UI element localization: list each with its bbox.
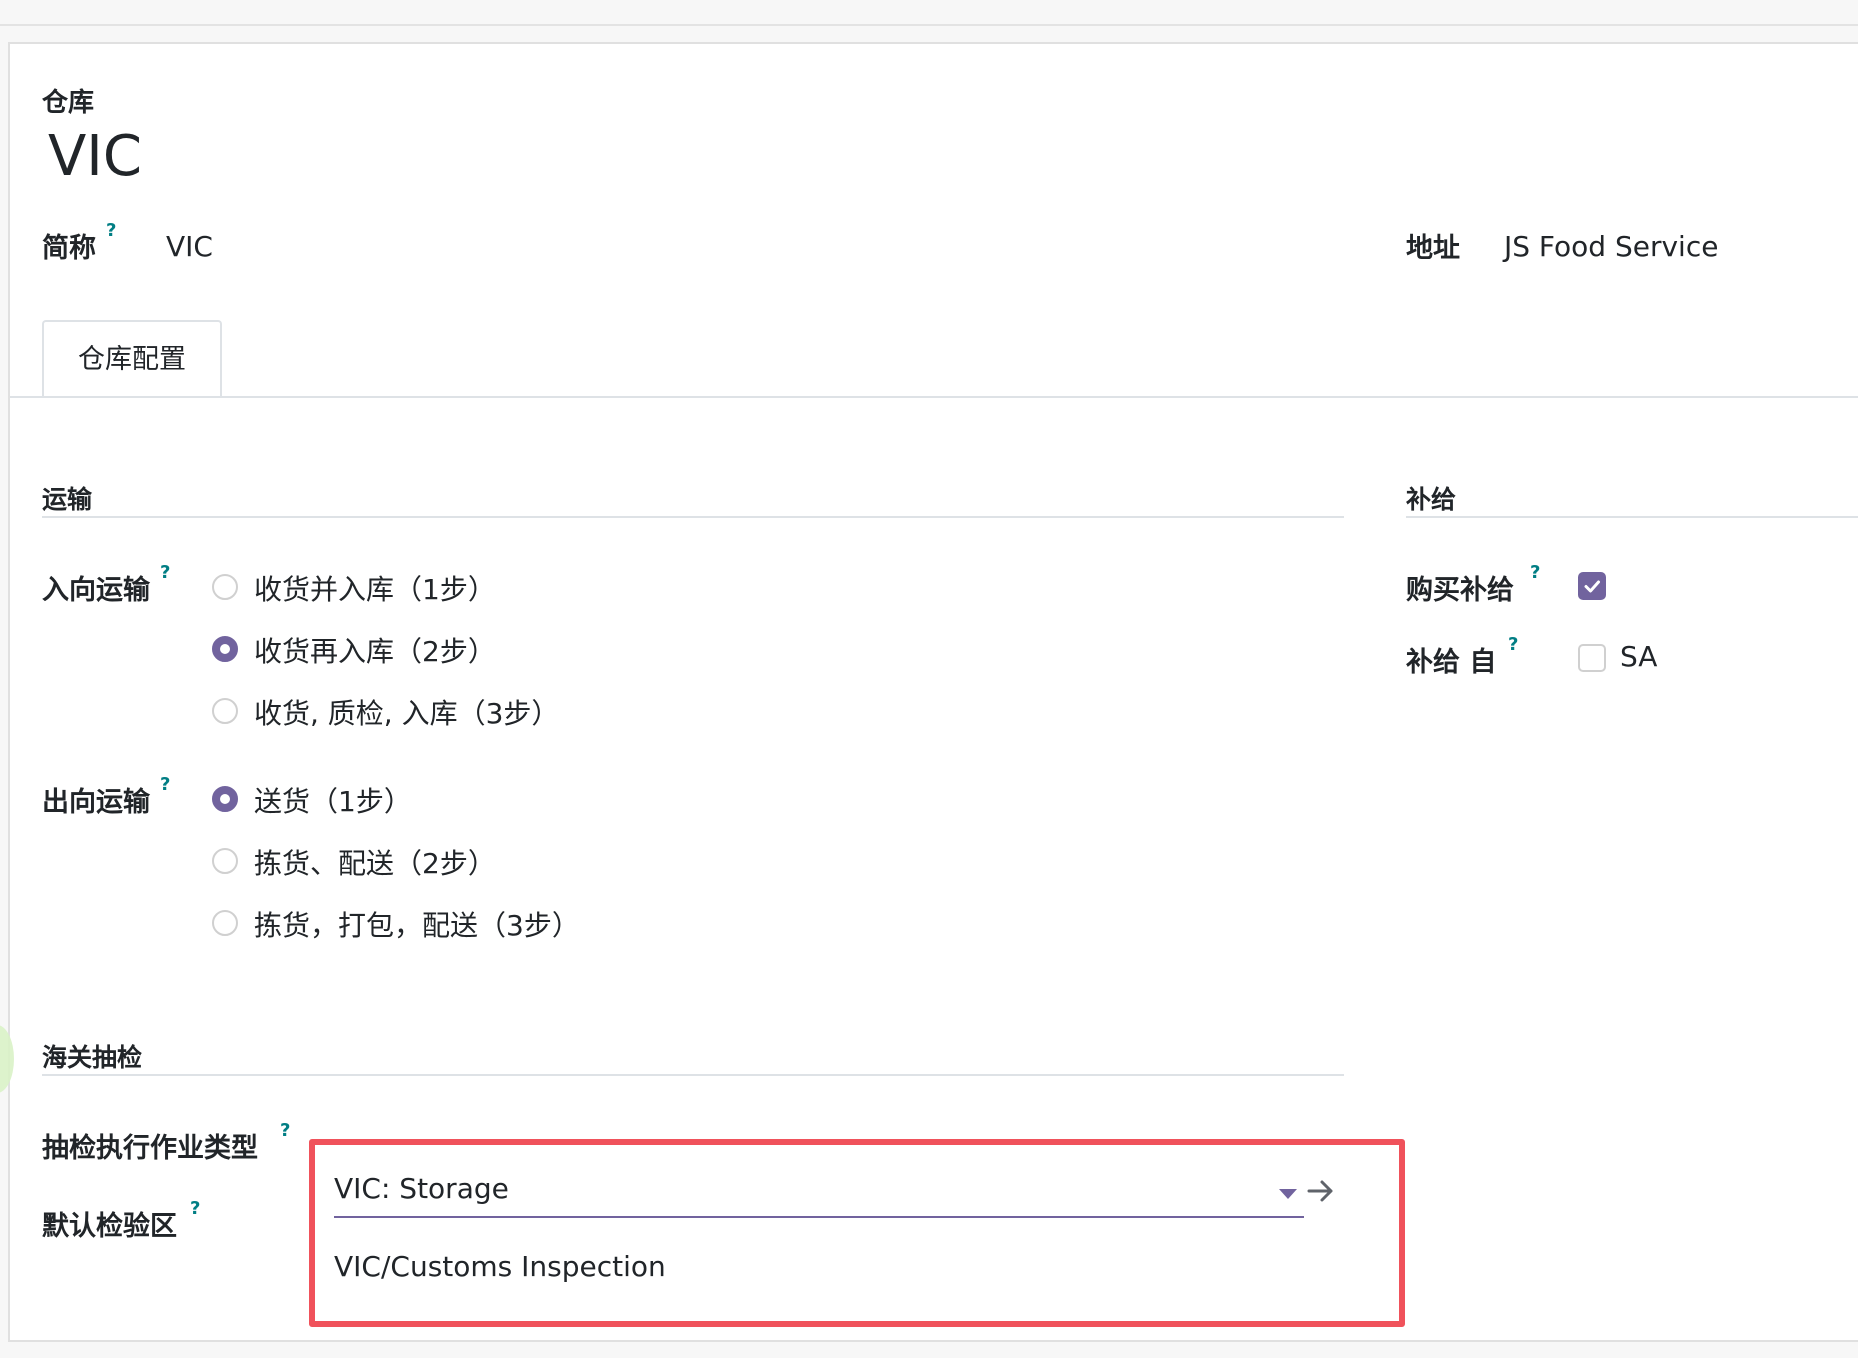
default-location-value[interactable]: VIC/Customs Inspection <box>334 1250 666 1283</box>
location-help-icon[interactable]: ? <box>190 1198 200 1219</box>
incoming-option-3-label[interactable]: 收货, 质检, 入库（3步） <box>254 692 559 732</box>
address-value[interactable]: JS Food Service <box>1504 230 1718 263</box>
arrow-right-icon[interactable] <box>1306 1178 1336 1204</box>
outgoing-shipments-label: 出向运输 <box>42 787 150 818</box>
incoming-option-1-label[interactable]: 收货并入库（1步） <box>254 568 496 608</box>
short-name-help-icon[interactable]: ? <box>106 220 116 241</box>
caret-down-icon[interactable] <box>1279 1189 1297 1199</box>
form-sheet: 仓库 VIC 简称 ? VIC 地址 JS Food Service 仓库配置 … <box>8 42 1858 1342</box>
customs-separator <box>42 1074 1344 1076</box>
buy-to-resupply-label: 购买补给 <box>1406 575 1514 606</box>
top-bar <box>0 0 1858 26</box>
inspection-operation-type-label: 抽检执行作业类型 <box>42 1133 258 1164</box>
incoming-option-2-radio[interactable] <box>212 636 238 662</box>
page-title: VIC <box>48 124 142 189</box>
short-name-value[interactable]: VIC <box>166 230 213 263</box>
resupply-help-icon[interactable]: ? <box>1508 634 1518 655</box>
address-label: 地址 <box>1406 233 1460 264</box>
highlight-box <box>309 1139 1405 1327</box>
resupply-sa-label[interactable]: SA <box>1620 640 1657 673</box>
short-name-label: 简称 <box>42 233 96 264</box>
operation-type-help-icon[interactable]: ? <box>280 1120 290 1141</box>
tab-divider <box>10 396 1858 398</box>
incoming-shipments-label: 入向运输 <box>42 575 150 606</box>
outgoing-option-2-radio[interactable] <box>212 848 238 874</box>
incoming-option-1-radio[interactable] <box>212 574 238 600</box>
replenishment-section-title: 补给 <box>1406 485 1457 514</box>
tab-warehouse-config[interactable]: 仓库配置 <box>42 320 222 398</box>
incoming-option-3-radio[interactable] <box>212 698 238 724</box>
outgoing-help-icon[interactable]: ? <box>160 774 170 795</box>
outgoing-option-1-label[interactable]: 送货（1步） <box>254 780 412 820</box>
operation-type-underline <box>334 1216 1304 1218</box>
outgoing-option-3-label[interactable]: 拣货，打包，配送（3步） <box>254 904 580 944</box>
check-icon <box>1584 580 1600 593</box>
customs-section-title: 海关抽检 <box>42 1043 143 1072</box>
default-inspection-location-label: 默认检验区 <box>42 1211 177 1242</box>
buy-to-resupply-checkbox[interactable] <box>1578 572 1606 600</box>
record-type-label: 仓库 <box>42 88 95 118</box>
resupply-sa-checkbox[interactable] <box>1578 644 1606 672</box>
outgoing-option-2-label[interactable]: 拣货、配送（2步） <box>254 842 496 882</box>
incoming-option-2-label[interactable]: 收货再入库（2步） <box>254 630 496 670</box>
replenishment-separator <box>1406 516 1858 518</box>
incoming-help-icon[interactable]: ? <box>160 562 170 583</box>
outgoing-option-1-radio[interactable] <box>212 786 238 812</box>
buy-help-icon[interactable]: ? <box>1530 562 1540 583</box>
shipping-separator <box>42 516 1344 518</box>
operation-type-input[interactable]: VIC: Storage <box>334 1172 509 1205</box>
outgoing-option-3-radio[interactable] <box>212 910 238 936</box>
resupply-from-label: 补给 自 <box>1406 647 1497 678</box>
shipping-section-title: 运输 <box>42 485 93 514</box>
